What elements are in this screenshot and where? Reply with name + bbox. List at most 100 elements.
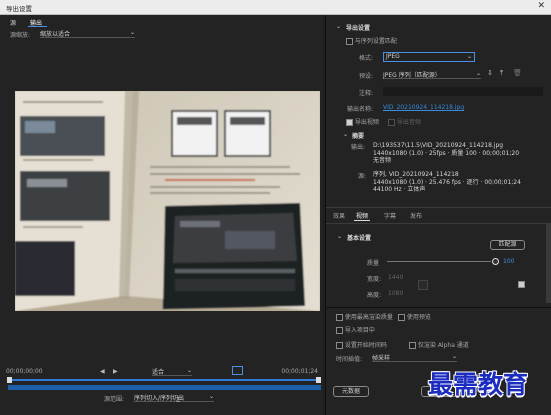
tab-video[interactable]: 视频: [356, 211, 368, 220]
set-start-timecode-checkbox[interactable]: [336, 342, 343, 349]
summary-source-key: 源:: [358, 173, 367, 180]
match-sequence-row[interactable]: 与序列设置匹配: [346, 36, 397, 45]
tab-source[interactable]: 源: [10, 18, 16, 27]
use-previews-checkbox[interactable]: [398, 314, 405, 321]
chevron-down-icon: ⌄: [475, 70, 481, 77]
time-interpolation-label: 时间插值:: [336, 356, 363, 363]
metadata-button[interactable]: 元数据: [333, 386, 369, 397]
max-render-quality-checkbox[interactable]: [336, 314, 343, 321]
summary-source-lines: 序列, VID_20210924_114218 1440x1080 (1.0) …: [373, 171, 521, 194]
summary-output-key: 输出:: [351, 144, 366, 151]
format-value: JPEG: [386, 53, 400, 60]
collapse-arrow-icon[interactable]: ⌄: [337, 233, 342, 240]
mark-out-icon[interactable]: ▶: [113, 368, 118, 375]
output-name-label: 输出名称:: [347, 106, 374, 113]
tab-captions[interactable]: 字幕: [384, 211, 396, 220]
right-panel: ⌄ 导出设置 与序列设置匹配 格式: JPEG ⌄ 预设: JPEG 序列（匹配…: [325, 15, 551, 415]
export-video-checkbox[interactable]: [346, 119, 353, 126]
summary-output-line: 无音频: [373, 157, 392, 164]
chevron-down-icon: ⌄: [451, 353, 457, 360]
use-previews-label: 使用预览: [406, 314, 431, 321]
summary-source-line: 1440x1080 (1.0) · 25.476 fps · 逐行 · 00;0…: [373, 178, 521, 186]
export-video-label: 导出视频: [354, 119, 379, 126]
link-icon[interactable]: [418, 280, 428, 290]
chevron-down-icon: ⌄: [466, 53, 472, 60]
import-preset-icon[interactable]: ⤒: [500, 69, 503, 78]
source-scaling-dropdown[interactable]: 缩放以适合 ⌄: [40, 29, 135, 38]
export-audio-label: 导出音频: [396, 119, 421, 126]
quality-value[interactable]: 100: [503, 258, 514, 265]
preset-value: JPEG 序列（匹配源）: [383, 72, 441, 79]
video-preview: [15, 91, 320, 311]
height-label: 高度:: [367, 292, 382, 299]
time-interpolation-value: 帧采样: [372, 355, 391, 362]
option-use-previews[interactable]: 使用预览: [398, 312, 431, 321]
import-into-project-label: 导入项目中: [344, 327, 375, 334]
summary-source-line: 44100 Hz · 立体声: [373, 186, 426, 193]
option-render-alpha-only[interactable]: 仅渲染 Alpha 通道: [409, 340, 469, 349]
chevron-down-icon: ⌄: [129, 29, 135, 36]
close-icon[interactable]: ✕: [537, 1, 545, 11]
summary-title: 摘要: [352, 133, 365, 140]
option-max-render-quality[interactable]: 使用最高渲染质量: [336, 312, 393, 321]
format-dropdown[interactable]: JPEG ⌄: [383, 52, 475, 62]
preset-label: 预设:: [359, 73, 374, 80]
collapse-arrow-icon[interactable]: ⌄: [336, 23, 341, 30]
chevron-down-icon: ⌄: [208, 393, 214, 400]
collapse-arrow-icon[interactable]: ⌄: [343, 131, 348, 138]
watermark-text: 最需教育: [428, 370, 529, 399]
height-value[interactable]: 1080: [388, 290, 403, 297]
override-checkbox[interactable]: [518, 281, 525, 288]
fit-dropdown[interactable]: 适合 ⌄: [152, 367, 192, 376]
format-label: 格式:: [359, 55, 374, 62]
summary-output-line: D:\193537\11.5\VID_20210924_114218.jpg: [373, 142, 504, 149]
width-label: 宽度:: [367, 276, 382, 283]
time-interpolation-dropdown[interactable]: 帧采样 ⌄: [372, 353, 457, 362]
source-scaling-value: 缩放以适合: [40, 31, 71, 38]
option-import-into-project[interactable]: 导入项目中: [336, 325, 375, 334]
max-render-quality-label: 使用最高渲染质量: [344, 314, 393, 321]
tab-publish[interactable]: 发布: [410, 211, 422, 220]
quality-slider-track[interactable]: [387, 261, 491, 262]
fit-value: 适合: [152, 369, 165, 376]
set-start-timecode-label: 设置开始时间码: [344, 342, 387, 349]
comment-field[interactable]: [383, 87, 543, 96]
output-name-link[interactable]: VID_20210924_114218.jpg: [383, 104, 464, 111]
quality-label: 质量: [367, 260, 380, 267]
settings-scrollbar[interactable]: [546, 223, 551, 303]
import-into-project-checkbox[interactable]: [336, 327, 343, 334]
safe-margin-icon[interactable]: [232, 366, 243, 375]
export-video-row[interactable]: 导出视频: [346, 117, 379, 126]
tab-video-underline: [354, 220, 370, 221]
source-range-dropdown[interactable]: 序列切入/序列切出 ⌄: [134, 393, 214, 402]
width-value[interactable]: 1440: [388, 274, 403, 281]
match-sequence-checkbox[interactable]: [346, 38, 353, 45]
work-area-bar[interactable]: [8, 385, 321, 390]
crop-icon[interactable]: ⌶: [176, 396, 180, 405]
export-audio-checkbox[interactable]: [388, 119, 395, 126]
preview-frame-image: [15, 91, 320, 311]
timecode-end: 00;00;01;24: [281, 368, 318, 375]
export-audio-row[interactable]: 导出音频: [388, 117, 421, 126]
match-source-button[interactable]: 匹配源: [490, 240, 525, 250]
delete-preset-icon[interactable]: 🗑: [513, 69, 522, 77]
out-point-icon[interactable]: [316, 377, 321, 383]
window-title: 导出设置: [6, 5, 32, 13]
match-sequence-label: 与序列设置匹配: [354, 38, 397, 45]
timecode-start: 00;00;00;00: [6, 368, 43, 375]
render-alpha-only-checkbox[interactable]: [409, 342, 416, 349]
option-set-start-timecode[interactable]: 设置开始时间码: [336, 340, 387, 349]
summary-output-lines: D:\193537\11.5\VID_20210924_114218.jpg 1…: [373, 142, 519, 165]
render-alpha-only-label: 仅渲染 Alpha 通道: [417, 342, 469, 349]
preset-dropdown[interactable]: JPEG 序列（匹配源） ⌄: [383, 70, 481, 79]
mark-in-icon[interactable]: ◀: [100, 368, 105, 375]
title-bar: 导出设置 ✕: [0, 0, 551, 15]
summary-output-line: 1440x1080 (1.0) · 25fps · 质量 100 · 00;00…: [373, 149, 520, 157]
playhead-icon[interactable]: [7, 377, 12, 383]
divider: [326, 307, 551, 308]
quality-slider-handle[interactable]: [492, 258, 499, 265]
divider: [326, 207, 551, 208]
save-preset-icon[interactable]: ⇩: [487, 69, 493, 77]
timeline-track[interactable]: [8, 379, 321, 381]
tab-effects[interactable]: 效果: [333, 211, 345, 220]
